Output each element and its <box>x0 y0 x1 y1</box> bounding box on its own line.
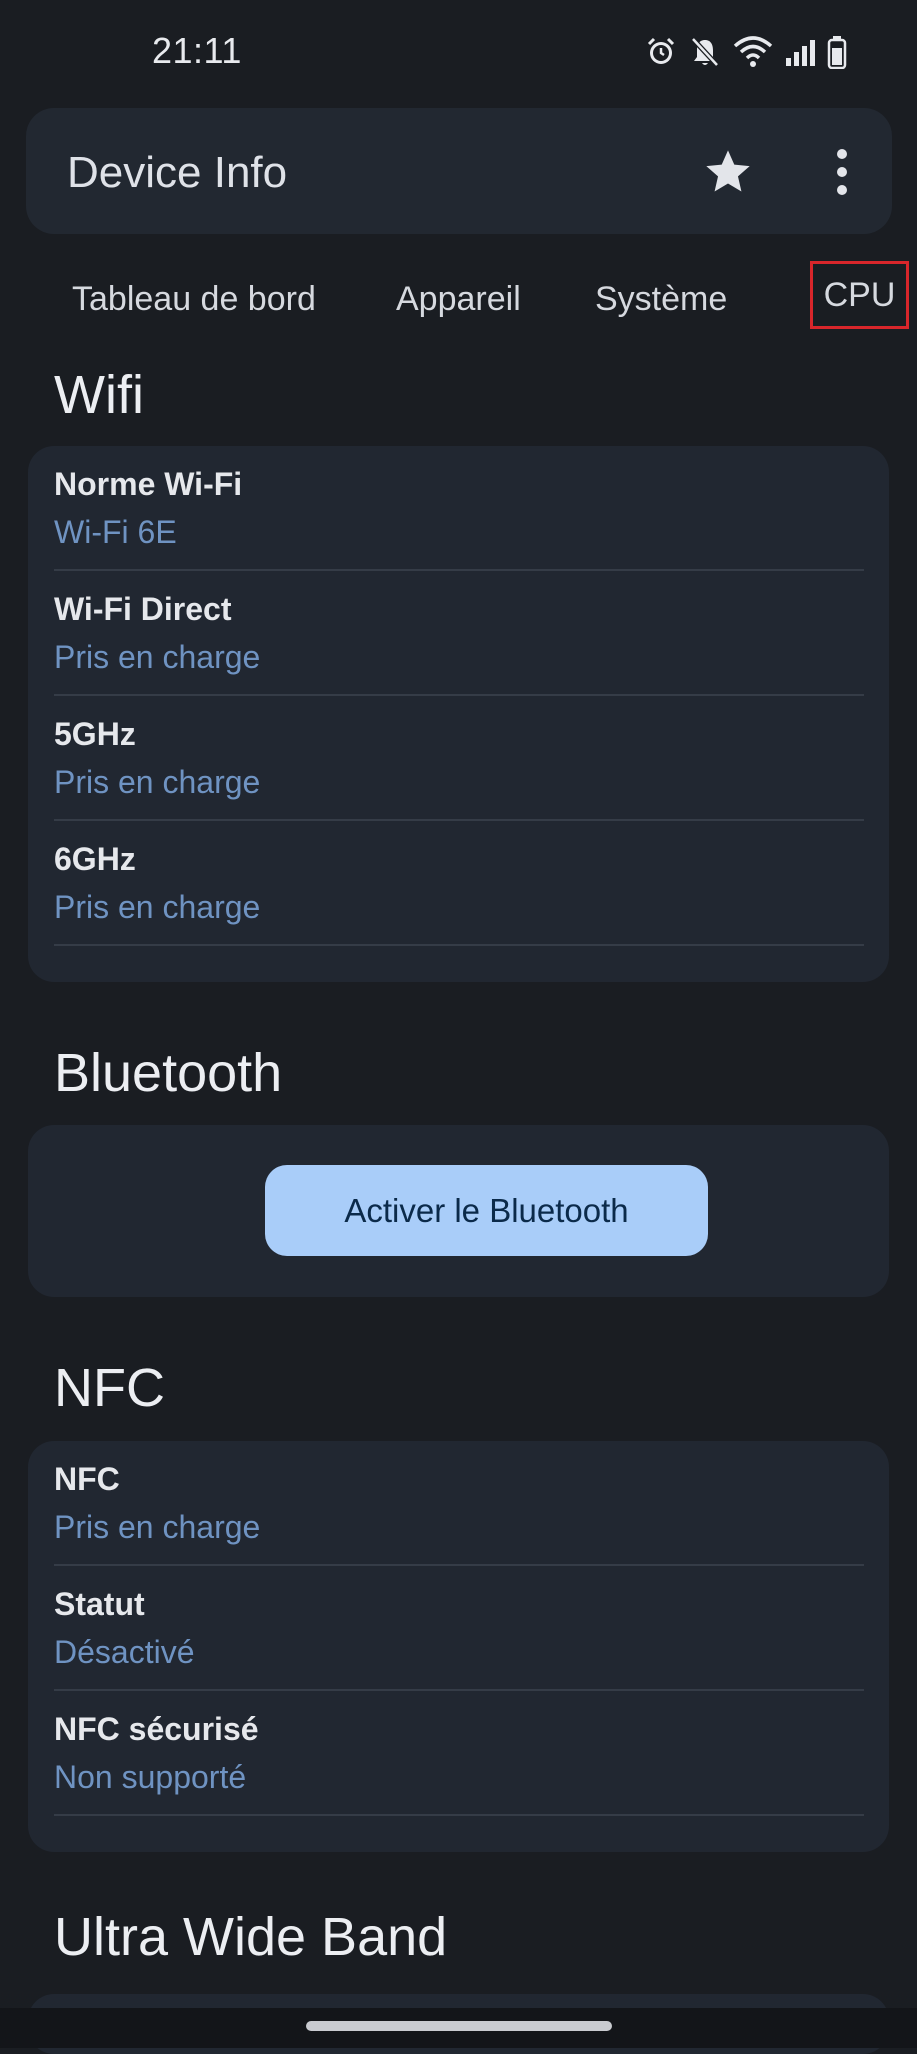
star-icon <box>706 150 750 192</box>
list-item: NFC Pris en charge <box>54 1441 864 1566</box>
more-options-button[interactable] <box>832 146 852 198</box>
status-time: 21:11 <box>152 30 242 71</box>
bluetooth-card: Activer le Bluetooth <box>28 1125 889 1297</box>
battery-icon <box>827 35 847 69</box>
section-title-uwb: Ultra Wide Band <box>54 1907 448 1967</box>
row-value: Pris en charge <box>54 1509 261 1545</box>
row-value: Pris en charge <box>54 639 261 675</box>
tab-cpu-label: CPU <box>823 275 896 314</box>
row-label: 5GHz <box>54 716 136 752</box>
status-icons <box>645 32 847 72</box>
row-label: NFC <box>54 1461 120 1497</box>
signal-icon <box>785 36 815 68</box>
more-vert-icon <box>837 149 847 195</box>
section-title-nfc: NFC <box>54 1358 165 1418</box>
silent-bell-icon <box>689 36 721 68</box>
row-value: Pris en charge <box>54 889 261 925</box>
tab-bar: Tableau de bord Appareil Système CPU <box>0 258 917 338</box>
list-item: Statut Désactivé <box>54 1566 864 1691</box>
row-label: Norme Wi-Fi <box>54 466 243 502</box>
section-title-wifi: Wifi <box>54 365 144 425</box>
wifi-card: Norme Wi-Fi Wi-Fi 6E Wi-Fi Direct Pris e… <box>28 446 889 982</box>
tab-device[interactable]: Appareil <box>396 280 521 319</box>
row-label: Wi-Fi Direct <box>54 591 232 627</box>
section-title-bluetooth: Bluetooth <box>54 1043 283 1103</box>
list-item: Norme Wi-Fi Wi-Fi 6E <box>54 446 864 571</box>
list-item: 5GHz Pris en charge <box>54 696 864 821</box>
nfc-card: NFC Pris en charge Statut Désactivé NFC … <box>28 1441 889 1852</box>
tab-cpu[interactable]: CPU <box>810 261 909 329</box>
list-item: 6GHz Pris en charge <box>54 821 864 946</box>
list-item: Wi-Fi Direct Pris en charge <box>54 571 864 696</box>
divider <box>54 1814 864 1816</box>
app-bar: Device Info <box>26 108 892 234</box>
tab-dashboard[interactable]: Tableau de bord <box>72 280 316 319</box>
row-label: NFC sécurisé <box>54 1711 259 1747</box>
row-label: 6GHz <box>54 841 136 877</box>
favorite-button[interactable] <box>702 146 754 198</box>
enable-bluetooth-button[interactable]: Activer le Bluetooth <box>265 1165 708 1256</box>
row-value: Wi-Fi 6E <box>54 514 177 550</box>
row-value: Non supporté <box>54 1759 247 1795</box>
status-bar: 21:11 <box>0 0 917 104</box>
row-label: Statut <box>54 1586 145 1622</box>
row-value: Pris en charge <box>54 764 261 800</box>
tab-system[interactable]: Système <box>595 280 727 319</box>
wifi-icon <box>733 36 773 68</box>
alarm-icon <box>645 36 677 68</box>
divider <box>54 944 864 946</box>
app-title: Device Info <box>67 148 288 197</box>
row-value: Désactivé <box>54 1634 195 1670</box>
list-item: NFC sécurisé Non supporté <box>54 1691 864 1816</box>
home-gesture-handle[interactable] <box>306 2021 612 2031</box>
